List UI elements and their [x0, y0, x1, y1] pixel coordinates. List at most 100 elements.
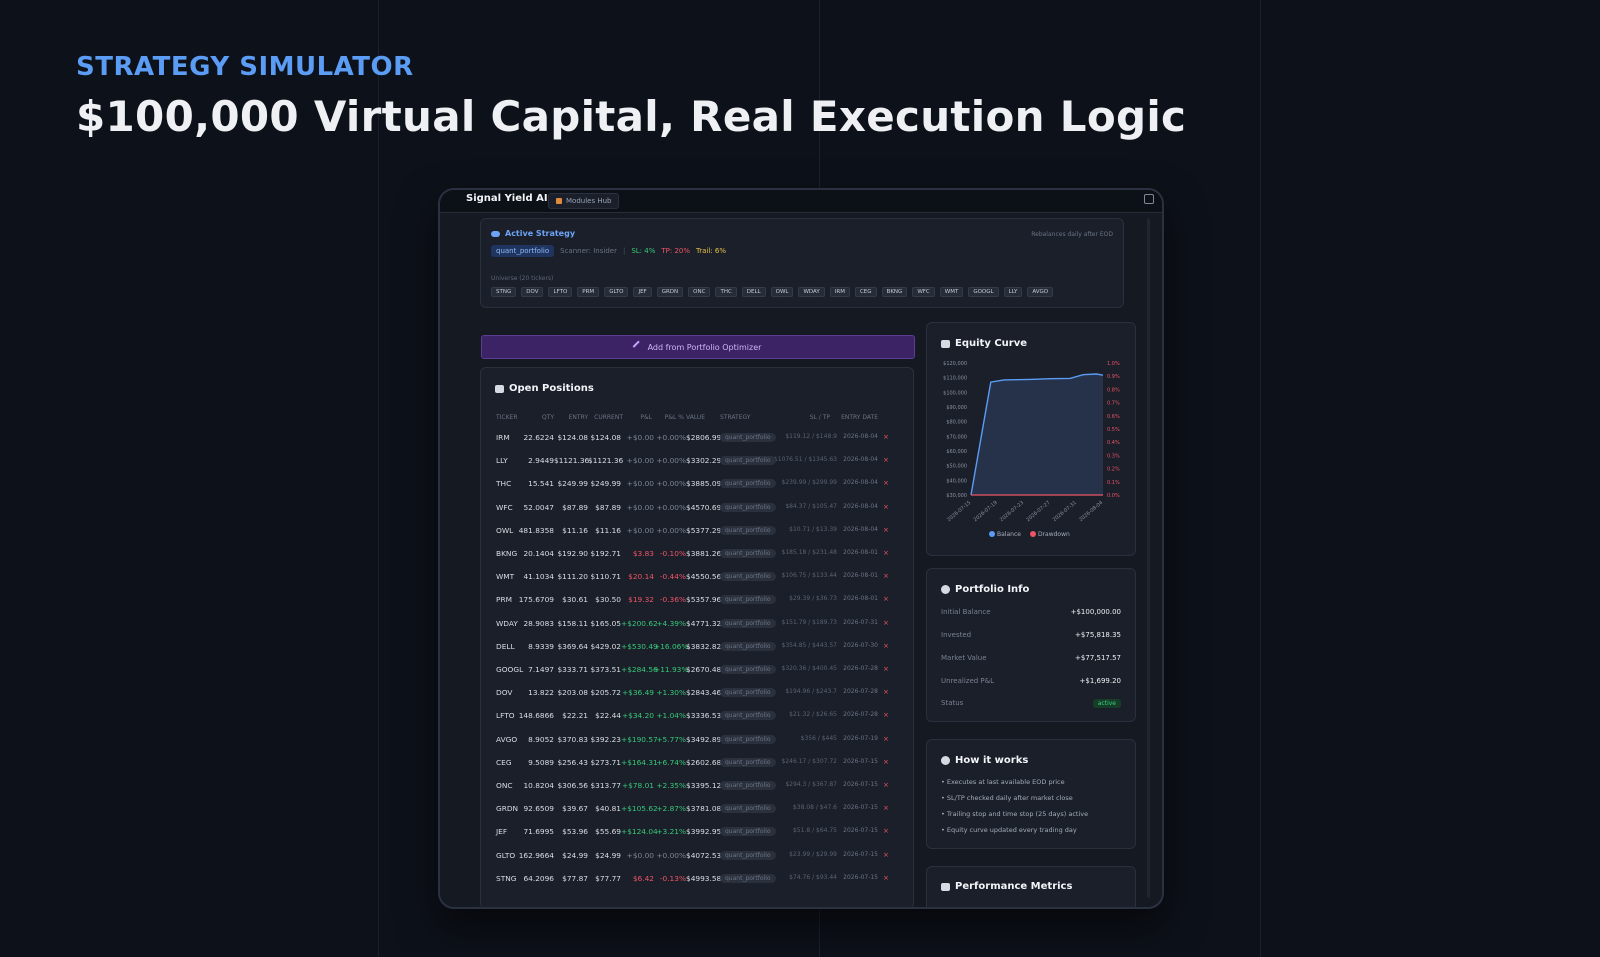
close-position-icon[interactable]: × — [883, 456, 889, 464]
balance-dot-icon — [989, 531, 995, 537]
close-position-icon[interactable]: × — [883, 642, 889, 650]
modules-hub-tab[interactable]: Modules Hub — [548, 193, 620, 209]
close-position-icon[interactable]: × — [883, 688, 889, 696]
close-position-icon[interactable]: × — [883, 619, 889, 627]
table-row[interactable]: GOOGL 7.1497 $333.71 $373.51 +$284.56 +11.93%… — [440, 665, 900, 677]
cell-date: 2026-08-04 — [843, 525, 878, 533]
cell-current: $373.51 — [590, 665, 621, 674]
strategy-pill: quant_portfolio — [720, 827, 776, 837]
cell-pnlpct: +1.30% — [656, 688, 686, 698]
info-row: Invested +$75,818.35 — [941, 631, 1121, 639]
info-row: Status active — [941, 699, 1121, 708]
table-row[interactable]: DELL 8.9339 $369.64 $429.02 +$530.49 +16.06% $… — [440, 641, 900, 654]
column-header[interactable]: SL / TP — [796, 414, 830, 421]
scrollbar[interactable] — [1147, 218, 1150, 898]
table-row[interactable]: PRM 175.6709 $30.61 $30.50 $19.32 -0.36% $5357… — [440, 595, 900, 607]
close-position-icon[interactable]: × — [883, 804, 889, 812]
cell-date: 2026-08-04 — [843, 433, 878, 440]
strategy-pill: quant_portfolio — [720, 757, 776, 767]
cell-date: 2026-08-01 — [843, 572, 878, 580]
table-row[interactable]: WFC 52.0047 $87.89 $87.89 +$0.00 +0.00% $4570.… — [440, 502, 900, 515]
y-tick-label: $70,000 — [946, 434, 967, 440]
table-row[interactable]: LLY 2.9449 $1121.36 $1121.36 +$0.00 +0.00% $33… — [440, 456, 900, 468]
close-position-icon[interactable]: × — [883, 526, 889, 534]
table-row[interactable]: OWL 481.8358 $11.16 $11.16 +$0.00 +0.00% $5377… — [440, 525, 900, 538]
table-row[interactable]: DOV 13.822 $203.08 $205.72 +$36.49 +1.30% $284… — [440, 688, 900, 700]
equity-curve-card: Equity Curve $120,000 $110,000 $100,000 $90… — [926, 322, 1136, 556]
universe-chip: WFC — [912, 287, 935, 297]
table-row[interactable]: STNG 64.2096 $77.87 $77.77 $6.42 -0.13% $4993.… — [440, 873, 900, 886]
legend-drawdown[interactable]: Drawdown — [1029, 531, 1070, 538]
y-tick-label: $30,000 — [946, 493, 967, 499]
app-brand[interactable]: Signal Yield AI — [466, 193, 548, 204]
column-header[interactable]: STRATEGY — [720, 414, 764, 421]
close-position-icon[interactable]: × — [883, 595, 889, 603]
table-row[interactable]: THC 15.541 $249.99 $249.99 +$0.00 +0.00% $3885… — [440, 479, 900, 491]
top-bar: Signal Yield AI Modules Hub — [440, 190, 1162, 213]
close-position-icon[interactable]: × — [883, 503, 889, 511]
table-row[interactable]: LFTO 148.6866 $22.21 $22.44 +$34.20 +1.04% $33… — [440, 711, 900, 723]
column-header[interactable]: QTY — [528, 414, 554, 421]
column-header[interactable]: P&L — [625, 414, 652, 421]
cell-value: $5377.29 — [686, 525, 722, 535]
cell-pnlpct: +0.00% — [656, 479, 686, 489]
universe-chip: LFTO — [548, 287, 573, 297]
y-tick-label: $110,000 — [943, 376, 967, 382]
cell-pnl: +$0.00 — [626, 502, 654, 512]
strategy-pill: quant_portfolio — [720, 688, 776, 698]
close-position-icon[interactable]: × — [883, 735, 889, 743]
close-position-icon[interactable]: × — [883, 665, 889, 673]
legend-balance[interactable]: Balance — [989, 531, 1021, 538]
cell-pnl: $19.32 — [628, 595, 654, 605]
close-position-icon[interactable]: × — [883, 549, 889, 557]
table-row[interactable]: IRM 22.6224 $124.08 $124.08 +$0.00 +0.00% $280… — [440, 433, 900, 445]
y2-tick-label: 0.7% — [1107, 401, 1120, 407]
column-header[interactable]: ENTRY — [560, 414, 588, 421]
cell-value: $4570.69 — [686, 502, 722, 512]
table-row[interactable]: GRDN 92.6509 $39.67 $40.81 +$105.62 +2.87% $37… — [440, 804, 900, 816]
close-position-icon[interactable]: × — [883, 433, 889, 441]
info-row: Unrealized P&L +$1,699.20 — [941, 677, 1121, 685]
info-value: +$77,517.57 — [1075, 654, 1121, 662]
table-row[interactable]: BKNG 20.1404 $192.90 $192.71 $3.83 -0.10% $388… — [440, 549, 900, 561]
close-position-icon[interactable]: × — [883, 711, 889, 719]
table-row[interactable]: CEG 9.5089 $256.43 $273.71 +$164.31 +6.74% $26… — [440, 757, 900, 770]
close-position-icon[interactable]: × — [883, 827, 889, 835]
close-position-icon[interactable]: × — [883, 479, 889, 487]
table-row[interactable]: GLTO 162.9664 $24.99 $24.99 +$0.00 +0.00% $407… — [440, 850, 900, 863]
cell-value: $3492.89 — [686, 734, 722, 744]
close-position-icon[interactable]: × — [883, 874, 889, 882]
cell-pnlpct: +4.39% — [656, 618, 686, 628]
table-row[interactable]: WDAY 28.9083 $158.11 $165.05 +$200.62 +4.39% $… — [440, 618, 900, 631]
cell-qty: 148.6866 — [518, 711, 554, 721]
cell-sltp: $1076.51 / $1345.63 — [773, 456, 837, 464]
expand-icon[interactable] — [1144, 194, 1154, 204]
column-header[interactable]: VALUE — [686, 414, 720, 421]
legend-balance-label: Balance — [997, 531, 1021, 538]
cell-pnlpct: +5.77% — [656, 734, 686, 744]
table-row[interactable]: WMT 41.1034 $111.20 $110.71 $20.14 -0.44% $455… — [440, 572, 900, 584]
close-position-icon[interactable]: × — [883, 781, 889, 789]
add-from-optimizer-button[interactable]: Add from Portfolio Optimizer — [481, 335, 915, 359]
rebalance-note: Rebalances daily after EOD — [1031, 231, 1113, 238]
column-header[interactable]: ENTRY DATE — [832, 414, 878, 421]
table-row[interactable]: AVGO 8.9052 $370.83 $392.23 +$190.57 +5.77% $3… — [440, 734, 900, 747]
cell-entry: $24.99 — [562, 850, 588, 860]
column-header[interactable]: CURRENT — [590, 414, 623, 421]
y2-tick-label: 0.2% — [1107, 467, 1120, 473]
close-position-icon[interactable]: × — [883, 758, 889, 766]
close-position-icon[interactable]: × — [883, 851, 889, 859]
cell-pnlpct: +0.00% — [656, 456, 686, 466]
close-position-icon[interactable]: × — [883, 572, 889, 580]
column-header[interactable]: TICKER — [496, 414, 526, 421]
universe-chip: GLTO — [604, 287, 629, 297]
cell-sltp: $74.76 / $93.44 — [789, 873, 837, 881]
table-row[interactable]: JEF 71.6995 $53.96 $55.69 +$124.04 +3.21% $399… — [440, 827, 900, 839]
cell-qty: 10.8204 — [523, 781, 554, 790]
column-header[interactable]: P&L % — [654, 414, 684, 421]
table-row[interactable]: ONC 10.8204 $306.56 $313.77 +$78.01 +2.35% $33… — [440, 781, 900, 793]
x-tick-label: 2026-07-15 — [946, 500, 972, 523]
strategy-pill: quant_portfolio — [720, 525, 776, 535]
cell-qty: 481.8358 — [518, 525, 554, 535]
cell-entry: $1121.36 — [554, 456, 590, 466]
